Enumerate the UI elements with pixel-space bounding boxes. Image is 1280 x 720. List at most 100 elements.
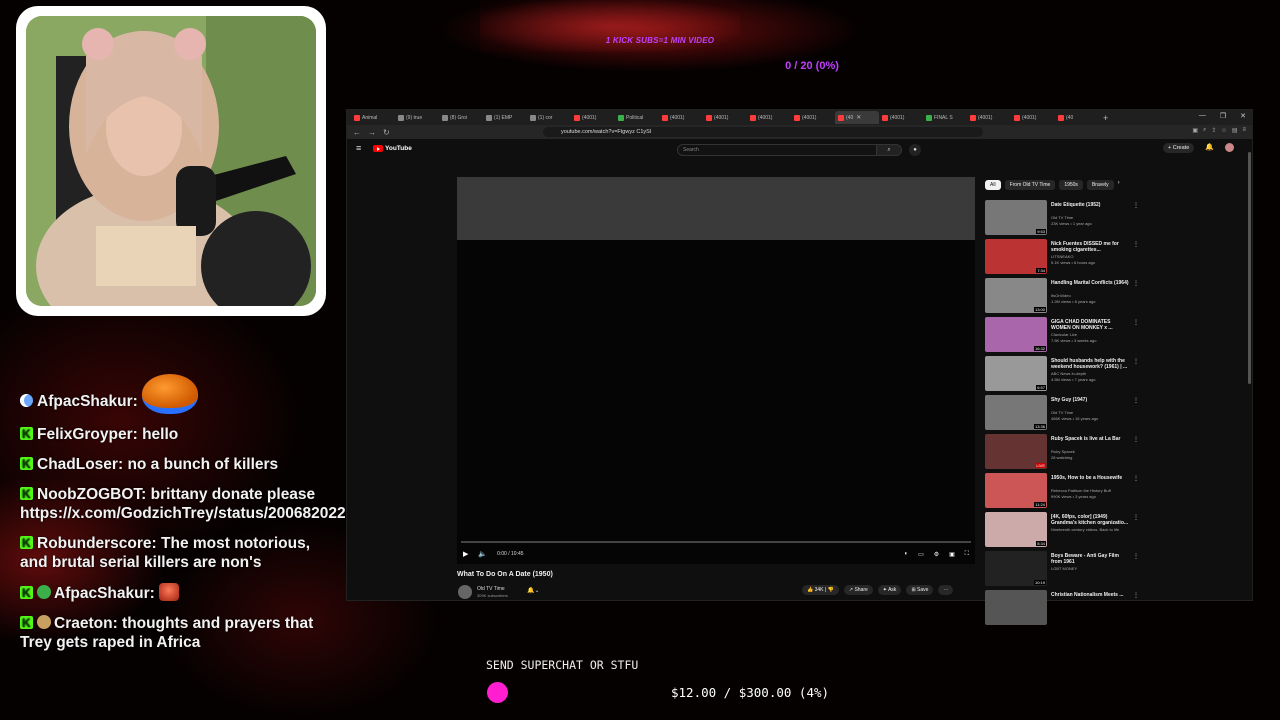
new-tab-icon[interactable]: + <box>1103 113 1108 123</box>
browser-tab[interactable]: (4001) <box>879 111 923 124</box>
recommendation-title[interactable]: Christian Nationalism Meets ... <box>1051 592 1131 598</box>
browser-tab[interactable]: (4001) <box>659 111 703 124</box>
recommendation-title[interactable]: Handling Marital Conflicts (1964) <box>1051 280 1131 286</box>
reload-icon[interactable]: ↻ <box>383 128 390 137</box>
create-button[interactable]: + Create <box>1163 143 1195 153</box>
save-button[interactable]: ⊞ Save <box>906 585 934 595</box>
browser-tab[interactable]: (4001) <box>571 111 615 124</box>
recommendation-title[interactable]: 1950s, How to be a Housewife <box>1051 475 1131 481</box>
play-icon[interactable]: ▶ <box>463 550 468 558</box>
channel-avatar[interactable] <box>458 585 472 599</box>
mic-icon[interactable]: ● <box>909 144 921 156</box>
recommendation-item[interactable]: 6:57 Should husbands help with the weeken… <box>985 356 1139 395</box>
share-button[interactable]: ↗ Share <box>843 585 873 595</box>
more-vert-icon[interactable]: ⋮ <box>1133 397 1139 404</box>
back-icon[interactable]: ← <box>353 128 361 137</box>
close-icon[interactable]: ✕ <box>1240 112 1246 120</box>
channel-name[interactable]: Old TV Time <box>477 586 505 592</box>
subscribe-bell-icon[interactable]: 🔔⌄ <box>527 587 540 594</box>
browser-tab[interactable]: (1) cor <box>527 111 571 124</box>
search-button[interactable]: ⌕ <box>877 144 902 156</box>
youtube-logo[interactable]: YouTube <box>373 145 412 152</box>
recommendation-thumbnail[interactable] <box>985 590 1047 625</box>
recommendation-title[interactable]: GIGA CHAD DOMINATES WOMEN ON MONKEY x ..… <box>1051 319 1131 331</box>
share-icon[interactable]: ⇪ <box>1211 127 1216 134</box>
more-vert-icon[interactable]: ⋮ <box>1133 553 1139 560</box>
video-player[interactable]: ▶ 🔈 0:00 / 10:45 ◐ ▭ ⚙ ▣ ⛶ <box>457 177 975 564</box>
filter-chip[interactable]: All <box>985 180 1001 190</box>
chevron-right-icon[interactable]: › <box>1118 180 1120 190</box>
star-icon[interactable]: ☆ <box>1221 127 1226 134</box>
extension-icon[interactable]: ▣ <box>1192 127 1198 134</box>
recommendation-title[interactable]: Ruby Spacek is live at La Bar <box>1051 436 1131 442</box>
scrollbar[interactable] <box>1248 152 1251 384</box>
search-input[interactable]: Search <box>677 144 877 156</box>
recommendation-thumbnail[interactable]: 8:34 <box>985 512 1047 547</box>
browser-tab[interactable]: (4001) <box>791 111 835 124</box>
more-vert-icon[interactable]: ⋮ <box>1133 592 1139 599</box>
recommendation-title[interactable]: Date Etiquette (1952) <box>1051 202 1131 208</box>
recommendation-title[interactable]: Boys Beware - Anti Gay Film from 1961 <box>1051 553 1131 565</box>
recommendation-item[interactable]: 11:24 1950s, How to be a Housewife Rebecca… <box>985 473 1139 512</box>
more-vert-icon[interactable]: ⋮ <box>1133 202 1139 209</box>
fullscreen-icon[interactable]: ⛶ <box>965 551 969 558</box>
recommendation-item[interactable]: LIVE Ruby Spacek is live at La Bar Ruby Sp… <box>985 434 1139 473</box>
recommendation-title[interactable]: Should husbands help with the weekend ho… <box>1051 358 1131 370</box>
captions-icon[interactable]: ▭ <box>918 551 924 558</box>
recommendation-thumbnail[interactable]: 13:00 <box>985 278 1047 313</box>
recommendation-item[interactable]: 9:53 Date Etiquette (1952) Old TV Time 23K … <box>985 200 1139 239</box>
filter-chip[interactable]: From Old TV Time <box>1004 180 1056 190</box>
recommendation-item[interactable]: 8:34 [4K, 60fps, color] (1949) Grandma's … <box>985 512 1139 551</box>
hamburger-icon[interactable]: ≡ <box>356 143 361 153</box>
autoplay-toggle-icon[interactable]: ◐ <box>904 551 908 558</box>
browser-tab[interactable]: (4001) <box>703 111 747 124</box>
progress-bar[interactable] <box>461 541 971 543</box>
recommendation-thumbnail[interactable]: 9:53 <box>985 200 1047 235</box>
recommendation-item[interactable]: Christian Nationalism Meets ... ⋮ <box>985 590 1139 629</box>
more-vert-icon[interactable]: ⋮ <box>1133 241 1139 248</box>
more-vert-icon[interactable]: ⋮ <box>1133 514 1139 521</box>
browser-tab[interactable]: (4001) <box>1011 111 1055 124</box>
recommendation-thumbnail[interactable]: 6:57 <box>985 356 1047 391</box>
browser-tab[interactable]: (4001) <box>967 111 1011 124</box>
recommendation-title[interactable]: Shy Guy (1947) <box>1051 397 1131 403</box>
filter-chip[interactable]: Bravely <box>1086 180 1114 190</box>
recommendation-thumbnail[interactable]: LIVE <box>985 434 1047 469</box>
recommendation-item[interactable]: 10:19 Boys Beware - Anti Gay Film from 19… <box>985 551 1139 590</box>
ask-button[interactable]: ✦ Ask <box>877 585 902 595</box>
browser-tab[interactable]: (40 <box>1055 111 1099 124</box>
browser-tab[interactable]: (4001) <box>747 111 791 124</box>
maximize-icon[interactable]: ❐ <box>1220 112 1226 120</box>
menu-icon[interactable]: ≡ <box>1242 127 1246 134</box>
like-button[interactable]: 👍 34K | 👎 <box>802 585 839 595</box>
browser-tab[interactable]: Political <box>615 111 659 124</box>
browser-tab[interactable]: Animal <box>351 111 395 124</box>
recommendation-item[interactable]: 13:36 Shy Guy (1947) Old TV Time 466K views… <box>985 395 1139 434</box>
tab-close-icon[interactable]: ✕ <box>856 114 861 121</box>
recommendation-item[interactable]: 13:00 Handling Marital Conflicts (1964) It… <box>985 278 1139 317</box>
more-vert-icon[interactable]: ⋮ <box>1133 280 1139 287</box>
filter-chip[interactable]: 1950s <box>1059 180 1083 190</box>
more-vert-icon[interactable]: ⋮ <box>1133 436 1139 443</box>
volume-icon[interactable]: 🔈 <box>478 550 487 558</box>
recommendation-thumbnail[interactable]: 10:19 <box>985 551 1047 586</box>
recommendation-item[interactable]: 16:32 GIGA CHAD DOMINATES WOMEN ON MONKEY… <box>985 317 1139 356</box>
sidebar-icon[interactable]: ▤ <box>1232 127 1238 134</box>
recommendation-thumbnail[interactable]: 13:36 <box>985 395 1047 430</box>
forward-icon[interactable]: → <box>368 128 376 137</box>
url-field[interactable]: youtube.com/watch?v=Ftgwyz C1ySI <box>543 127 983 137</box>
avatar[interactable] <box>1225 143 1234 152</box>
recommendation-title[interactable]: Nick Fuentes DISSED me for smoking cigar… <box>1051 241 1131 253</box>
more-vert-icon[interactable]: ⋮ <box>1133 475 1139 482</box>
browser-tab[interactable]: (9) true <box>395 111 439 124</box>
recommendation-thumbnail[interactable]: 11:24 <box>985 473 1047 508</box>
more-vert-icon[interactable]: ⋮ <box>1133 319 1139 326</box>
notifications-icon[interactable]: 🔔 <box>1205 143 1214 151</box>
browser-tab[interactable]: (1) EMP <box>483 111 527 124</box>
more-actions-icon[interactable]: ⋯ <box>938 585 954 595</box>
zoom-icon[interactable]: ⌕ <box>1203 127 1206 134</box>
recommendation-item[interactable]: 7:34 Nick Fuentes DISSED me for smoking c… <box>985 239 1139 278</box>
more-vert-icon[interactable]: ⋮ <box>1133 358 1139 365</box>
settings-icon[interactable]: ⚙ <box>934 551 939 558</box>
recommendation-thumbnail[interactable]: 16:32 <box>985 317 1047 352</box>
